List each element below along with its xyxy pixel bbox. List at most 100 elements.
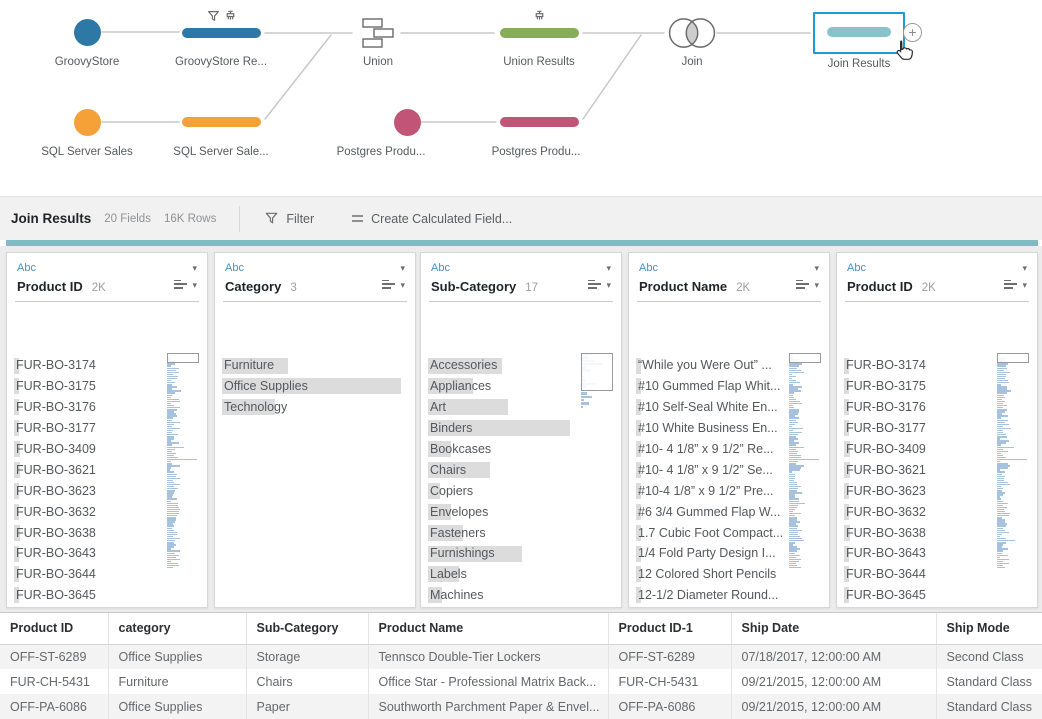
field-value-row[interactable]: Bookcases [421, 439, 621, 460]
grid-cell[interactable]: 09/21/2015, 12:00:00 AM [731, 669, 936, 694]
grid-column-header[interactable]: category [108, 613, 246, 644]
join-step-icon[interactable] [668, 17, 716, 49]
flow-node-postgres[interactable] [394, 109, 421, 136]
chevron-down-icon[interactable]: ▾ [400, 280, 405, 291]
grid-cell[interactable]: Standard Class [936, 669, 1042, 694]
join-results-node-bar[interactable] [827, 27, 891, 37]
grid-cell[interactable]: FUR-CH-5431 [608, 669, 731, 694]
grid-cell[interactable]: Office Star - Professional Matrix Back..… [368, 669, 608, 694]
value-label: 12-1/2 Diameter Round... [629, 588, 778, 602]
grid-cell[interactable]: 07/18/2017, 12:00:00 AM [731, 644, 936, 669]
value-label: Envelopes [421, 505, 488, 519]
grid-cell[interactable]: Storage [246, 644, 368, 669]
grid-column-header[interactable]: Ship Mode [936, 613, 1042, 644]
field-value-row[interactable]: Chairs [421, 459, 621, 480]
field-value-row[interactable]: Binders [421, 418, 621, 439]
sort-icon[interactable] [1004, 280, 1017, 291]
value-label: FUR-BO-3174 [7, 358, 96, 372]
flow-node-groovystore-clean[interactable] [182, 28, 261, 38]
sort-icon[interactable] [174, 280, 187, 291]
flow-node-sql-server-clean[interactable] [182, 117, 261, 127]
field-value-row[interactable]: Furnishings [421, 543, 621, 564]
flow-node-union-results[interactable] [500, 28, 579, 38]
tableau-prep-window: GroovyStore GroovyStore Re... Union [0, 0, 1042, 719]
grid-cell[interactable]: Chairs [246, 669, 368, 694]
grid-cell[interactable]: Paper [246, 694, 368, 719]
field-value-row[interactable]: Office Supplies [215, 376, 415, 397]
field-value-row[interactable]: Technology [215, 397, 415, 418]
grid-cell[interactable]: OFF-PA-6086 [0, 694, 108, 719]
chevron-down-icon[interactable]: ▾ [606, 280, 611, 291]
field-value-row[interactable]: FUR-BO-3645 [7, 585, 207, 606]
step-badges [207, 10, 237, 23]
field-value-row[interactable]: FUR-BO-3645 [837, 585, 1037, 606]
value-scroll-histogram[interactable] [997, 353, 1029, 569]
union-step-icon[interactable] [360, 15, 396, 52]
flow-node-postgres-clean[interactable] [500, 117, 579, 127]
value-label: FUR-BO-3638 [7, 526, 96, 540]
grid-cell[interactable]: OFF-ST-6289 [0, 644, 108, 669]
profile-card-sub-category[interactable]: Abc▾Sub-Category17▾AccessoriesAppliances… [420, 252, 622, 608]
calc-field-label: Create Calculated Field... [371, 212, 512, 226]
grid-cell[interactable]: OFF-PA-6086 [608, 694, 731, 719]
grid-cell[interactable]: Office Supplies [108, 694, 246, 719]
chevron-down-icon[interactable]: ▾ [400, 263, 405, 274]
grid-cell[interactable]: FUR-CH-5431 [0, 669, 108, 694]
field-value-row[interactable]: Copiers [421, 480, 621, 501]
flow-node-groovystore[interactable] [74, 19, 101, 46]
field-value-row[interactable]: Machines [421, 585, 621, 606]
grid-column-header[interactable]: Product ID [0, 613, 108, 644]
chevron-down-icon[interactable]: ▾ [814, 280, 819, 291]
grid-column-header[interactable]: Sub-Category [246, 613, 368, 644]
sort-icon[interactable] [588, 280, 601, 291]
grid-cell[interactable]: OFF-ST-6289 [608, 644, 731, 669]
field-value-row[interactable]: Labels [421, 564, 621, 585]
grid-column-header[interactable]: Product ID-1 [608, 613, 731, 644]
chevron-down-icon[interactable]: ▾ [1022, 280, 1027, 291]
field-name: Product ID [17, 279, 83, 294]
grid-cell[interactable]: 09/21/2015, 12:00:00 AM [731, 694, 936, 719]
grid-cell[interactable]: Furniture [108, 669, 246, 694]
field-value-row[interactable]: Fasteners [421, 522, 621, 543]
value-scroll-histogram[interactable] [581, 353, 613, 409]
value-label: FUR-BO-3645 [7, 588, 96, 602]
create-calculated-field-button[interactable]: Create Calculated Field... [352, 212, 512, 226]
scrollbar-thumb[interactable] [581, 353, 613, 391]
grid-column-header[interactable]: Product Name [368, 613, 608, 644]
grid-cell[interactable]: Southworth Parchment Paper & Envel... [368, 694, 608, 719]
value-label: FUR-BO-3643 [7, 546, 96, 560]
value-label: FUR-BO-3621 [837, 463, 926, 477]
profile-card-product-id[interactable]: Abc▾Product ID2K▾FUR-BO-3174FUR-BO-3175F… [6, 252, 208, 608]
grid-cell[interactable]: Tennsco Double-Tier Lockers [368, 644, 608, 669]
chevron-down-icon[interactable]: ▾ [192, 280, 197, 291]
value-label: FUR-BO-3623 [7, 484, 96, 498]
sort-icon[interactable] [382, 280, 395, 291]
scrollbar-thumb[interactable] [997, 353, 1029, 363]
value-scroll-histogram[interactable] [167, 353, 199, 569]
grid-cell[interactable]: Office Supplies [108, 644, 246, 669]
grid-header-row: Product IDcategorySub-CategoryProduct Na… [0, 613, 1042, 644]
field-value-row[interactable]: 12-1/2 Diameter Round... [629, 585, 829, 606]
sort-icon[interactable] [796, 280, 809, 291]
histogram-bar [581, 396, 592, 398]
grid-column-header[interactable]: Ship Date [731, 613, 936, 644]
hand-cursor-pointer [891, 39, 915, 63]
chevron-down-icon[interactable]: ▾ [814, 263, 819, 274]
grid-cell[interactable]: Second Class [936, 644, 1042, 669]
field-value-row[interactable]: Envelopes [421, 501, 621, 522]
grid-cell[interactable]: Standard Class [936, 694, 1042, 719]
value-scroll-histogram[interactable] [789, 353, 821, 569]
flow-node-sql-server[interactable] [74, 109, 101, 136]
data-grid-table: Product IDcategorySub-CategoryProduct Na… [0, 613, 1042, 719]
scrollbar-thumb[interactable] [789, 353, 821, 363]
filter-button[interactable]: Filter [265, 212, 314, 226]
chevron-down-icon[interactable]: ▾ [1022, 263, 1027, 274]
scrollbar-thumb[interactable] [167, 353, 199, 363]
chevron-down-icon[interactable]: ▾ [606, 263, 611, 274]
profile-card-product-id[interactable]: Abc▾Product ID2K▾FUR-BO-3174FUR-BO-3175F… [836, 252, 1038, 608]
field-value-row[interactable]: Furniture [215, 355, 415, 376]
histogram-bar [167, 459, 197, 460]
profile-card-category[interactable]: Abc▾Category3▾FurnitureOffice SuppliesTe… [214, 252, 416, 608]
chevron-down-icon[interactable]: ▾ [192, 263, 197, 274]
profile-card-product-name[interactable]: Abc▾Product Name2K▾“While you Were Out” … [628, 252, 830, 608]
